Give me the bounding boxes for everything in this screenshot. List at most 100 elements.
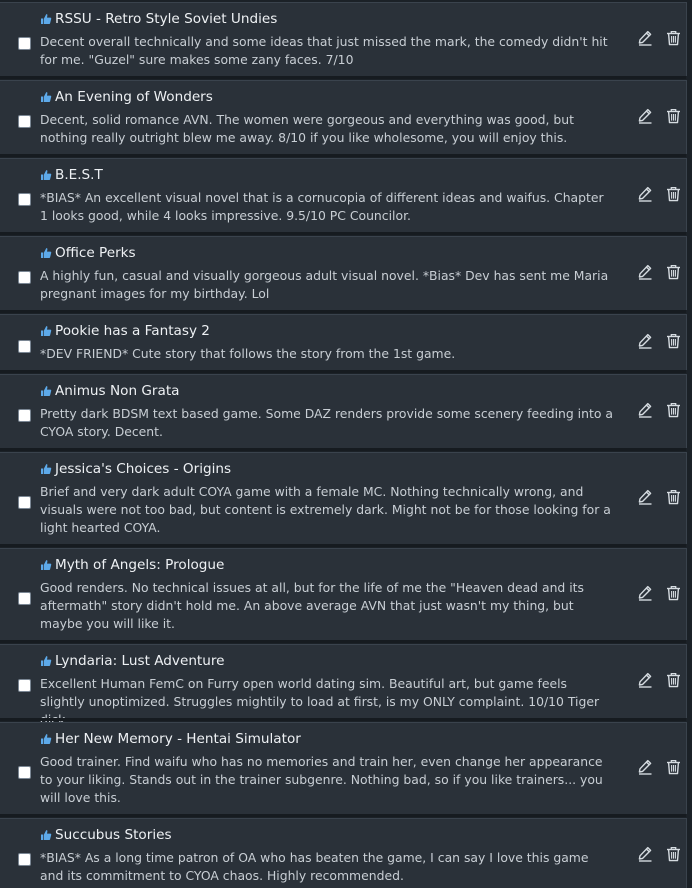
delete-review-button[interactable] — [664, 263, 682, 281]
thumbs-up-icon — [40, 829, 52, 841]
edit-review-button[interactable] — [636, 401, 654, 419]
trash-icon — [666, 846, 681, 862]
review-text: A highly fun, casual and visually gorgeo… — [40, 268, 609, 301]
review-text: Decent overall technically and some idea… — [40, 34, 608, 67]
delete-review-button[interactable] — [664, 671, 682, 689]
pencil-icon — [637, 759, 653, 775]
review-row: Jessica's Choices - Origins Brief and ver… — [0, 452, 687, 547]
review-select-checkbox[interactable] — [18, 679, 31, 692]
pencil-icon — [637, 333, 653, 349]
review-select-checkbox[interactable] — [18, 193, 31, 206]
review-text: *BIAS* An excellent visual novel that is… — [40, 190, 604, 223]
review-row: Myth of Angels: Prologue Good renders. No… — [0, 548, 687, 643]
delete-review-button[interactable] — [664, 332, 682, 350]
pencil-icon — [637, 264, 653, 280]
pencil-icon — [637, 672, 653, 688]
game-title: Her New Memory - Hentai Simulator — [55, 731, 301, 747]
trash-icon — [666, 108, 681, 124]
review-text: Pretty dark BDSM text based game. Some D… — [40, 406, 613, 439]
review-select-checkbox[interactable] — [18, 853, 31, 866]
review-row: RSSU - Retro Style Soviet Undies Decent o… — [0, 2, 687, 79]
game-title: RSSU - Retro Style Soviet Undies — [55, 11, 278, 27]
trash-icon — [666, 333, 681, 349]
review-text: Decent, solid romance AVN. The women wer… — [40, 112, 575, 145]
trash-icon — [666, 489, 681, 505]
review-row: B.E.S.T *BIAS* An excellent visual novel … — [0, 158, 687, 235]
delete-review-button[interactable] — [664, 107, 682, 125]
delete-review-button[interactable] — [664, 845, 682, 863]
thumbs-up-icon — [40, 385, 52, 397]
review-list: RSSU - Retro Style Soviet Undies Decent o… — [0, 0, 692, 888]
game-title: Lyndaria: Lust Adventure — [55, 653, 225, 669]
edit-review-button[interactable] — [636, 107, 654, 125]
review-title-line: Her New Memory - Hentai Simulator — [40, 730, 301, 748]
thumbs-up-icon — [40, 91, 52, 103]
delete-review-button[interactable] — [664, 401, 682, 419]
game-title: Pookie has a Fantasy 2 — [55, 323, 210, 339]
trash-icon — [666, 585, 681, 601]
delete-review-button[interactable] — [664, 488, 682, 506]
review-select-checkbox[interactable] — [18, 496, 31, 509]
edit-review-button[interactable] — [636, 584, 654, 602]
trash-icon — [666, 264, 681, 280]
edit-review-button[interactable] — [636, 185, 654, 203]
review-text: Good trainer. Find waifu who has no memo… — [40, 754, 603, 805]
review-row: An Evening of Wonders Decent, solid roman… — [0, 80, 687, 157]
delete-review-button[interactable] — [664, 584, 682, 602]
thumbs-up-icon — [40, 169, 52, 181]
review-title-line: Succubus Stories — [40, 826, 172, 844]
game-title: An Evening of Wonders — [55, 89, 213, 105]
review-row: Office Perks A highly fun, casual and vis… — [0, 236, 687, 313]
review-select-checkbox[interactable] — [18, 409, 31, 422]
trash-icon — [666, 402, 681, 418]
thumbs-up-icon — [40, 733, 52, 745]
review-text: *DEV FRIEND* Cute story that follows the… — [40, 346, 456, 361]
edit-review-button[interactable] — [636, 488, 654, 506]
game-title: B.E.S.T — [55, 167, 103, 183]
review-title-line: B.E.S.T — [40, 166, 103, 184]
pencil-icon — [637, 402, 653, 418]
delete-review-button[interactable] — [664, 29, 682, 47]
game-title: Animus Non Grata — [55, 383, 180, 399]
review-select-checkbox[interactable] — [18, 592, 31, 605]
thumbs-up-icon — [40, 463, 52, 475]
review-text: Good renders. No technical issues at all… — [40, 580, 584, 631]
review-text: *BIAS* As a long time patron of OA who h… — [40, 850, 589, 883]
review-select-checkbox[interactable] — [18, 271, 31, 284]
review-row: Animus Non Grata Pretty dark BDSM text ba… — [0, 374, 687, 451]
review-title-line: Office Perks — [40, 244, 136, 262]
trash-icon — [666, 759, 681, 775]
review-title-line: Jessica's Choices - Origins — [40, 460, 231, 478]
delete-review-button[interactable] — [664, 758, 682, 776]
edit-review-button[interactable] — [636, 332, 654, 350]
edit-review-button[interactable] — [636, 263, 654, 281]
review-select-checkbox[interactable] — [18, 766, 31, 779]
edit-review-button[interactable] — [636, 29, 654, 47]
review-select-checkbox[interactable] — [18, 37, 31, 50]
edit-review-button[interactable] — [636, 671, 654, 689]
game-title: Office Perks — [55, 245, 136, 261]
thumbs-up-icon — [40, 325, 52, 337]
thumbs-up-icon — [40, 13, 52, 25]
edit-review-button[interactable] — [636, 845, 654, 863]
pencil-icon — [637, 30, 653, 46]
edit-review-button[interactable] — [636, 758, 654, 776]
game-title: Jessica's Choices - Origins — [55, 461, 232, 477]
review-title-line: Pookie has a Fantasy 2 — [40, 322, 210, 340]
thumbs-up-icon — [40, 247, 52, 259]
review-select-checkbox[interactable] — [18, 115, 31, 128]
trash-icon — [666, 186, 681, 202]
game-title: Myth of Angels: Prologue — [55, 557, 225, 573]
trash-icon — [666, 672, 681, 688]
game-title: Succubus Stories — [55, 827, 172, 843]
pencil-icon — [637, 585, 653, 601]
thumbs-up-icon — [40, 655, 52, 667]
pencil-icon — [637, 489, 653, 505]
review-title-line: An Evening of Wonders — [40, 88, 213, 106]
delete-review-button[interactable] — [664, 185, 682, 203]
review-select-checkbox[interactable] — [18, 340, 31, 353]
review-title-line: Lyndaria: Lust Adventure — [40, 652, 225, 670]
trash-icon — [666, 30, 681, 46]
review-row: Her New Memory - Hentai Simulator Good tr… — [0, 722, 687, 817]
thumbs-up-icon — [40, 559, 52, 571]
